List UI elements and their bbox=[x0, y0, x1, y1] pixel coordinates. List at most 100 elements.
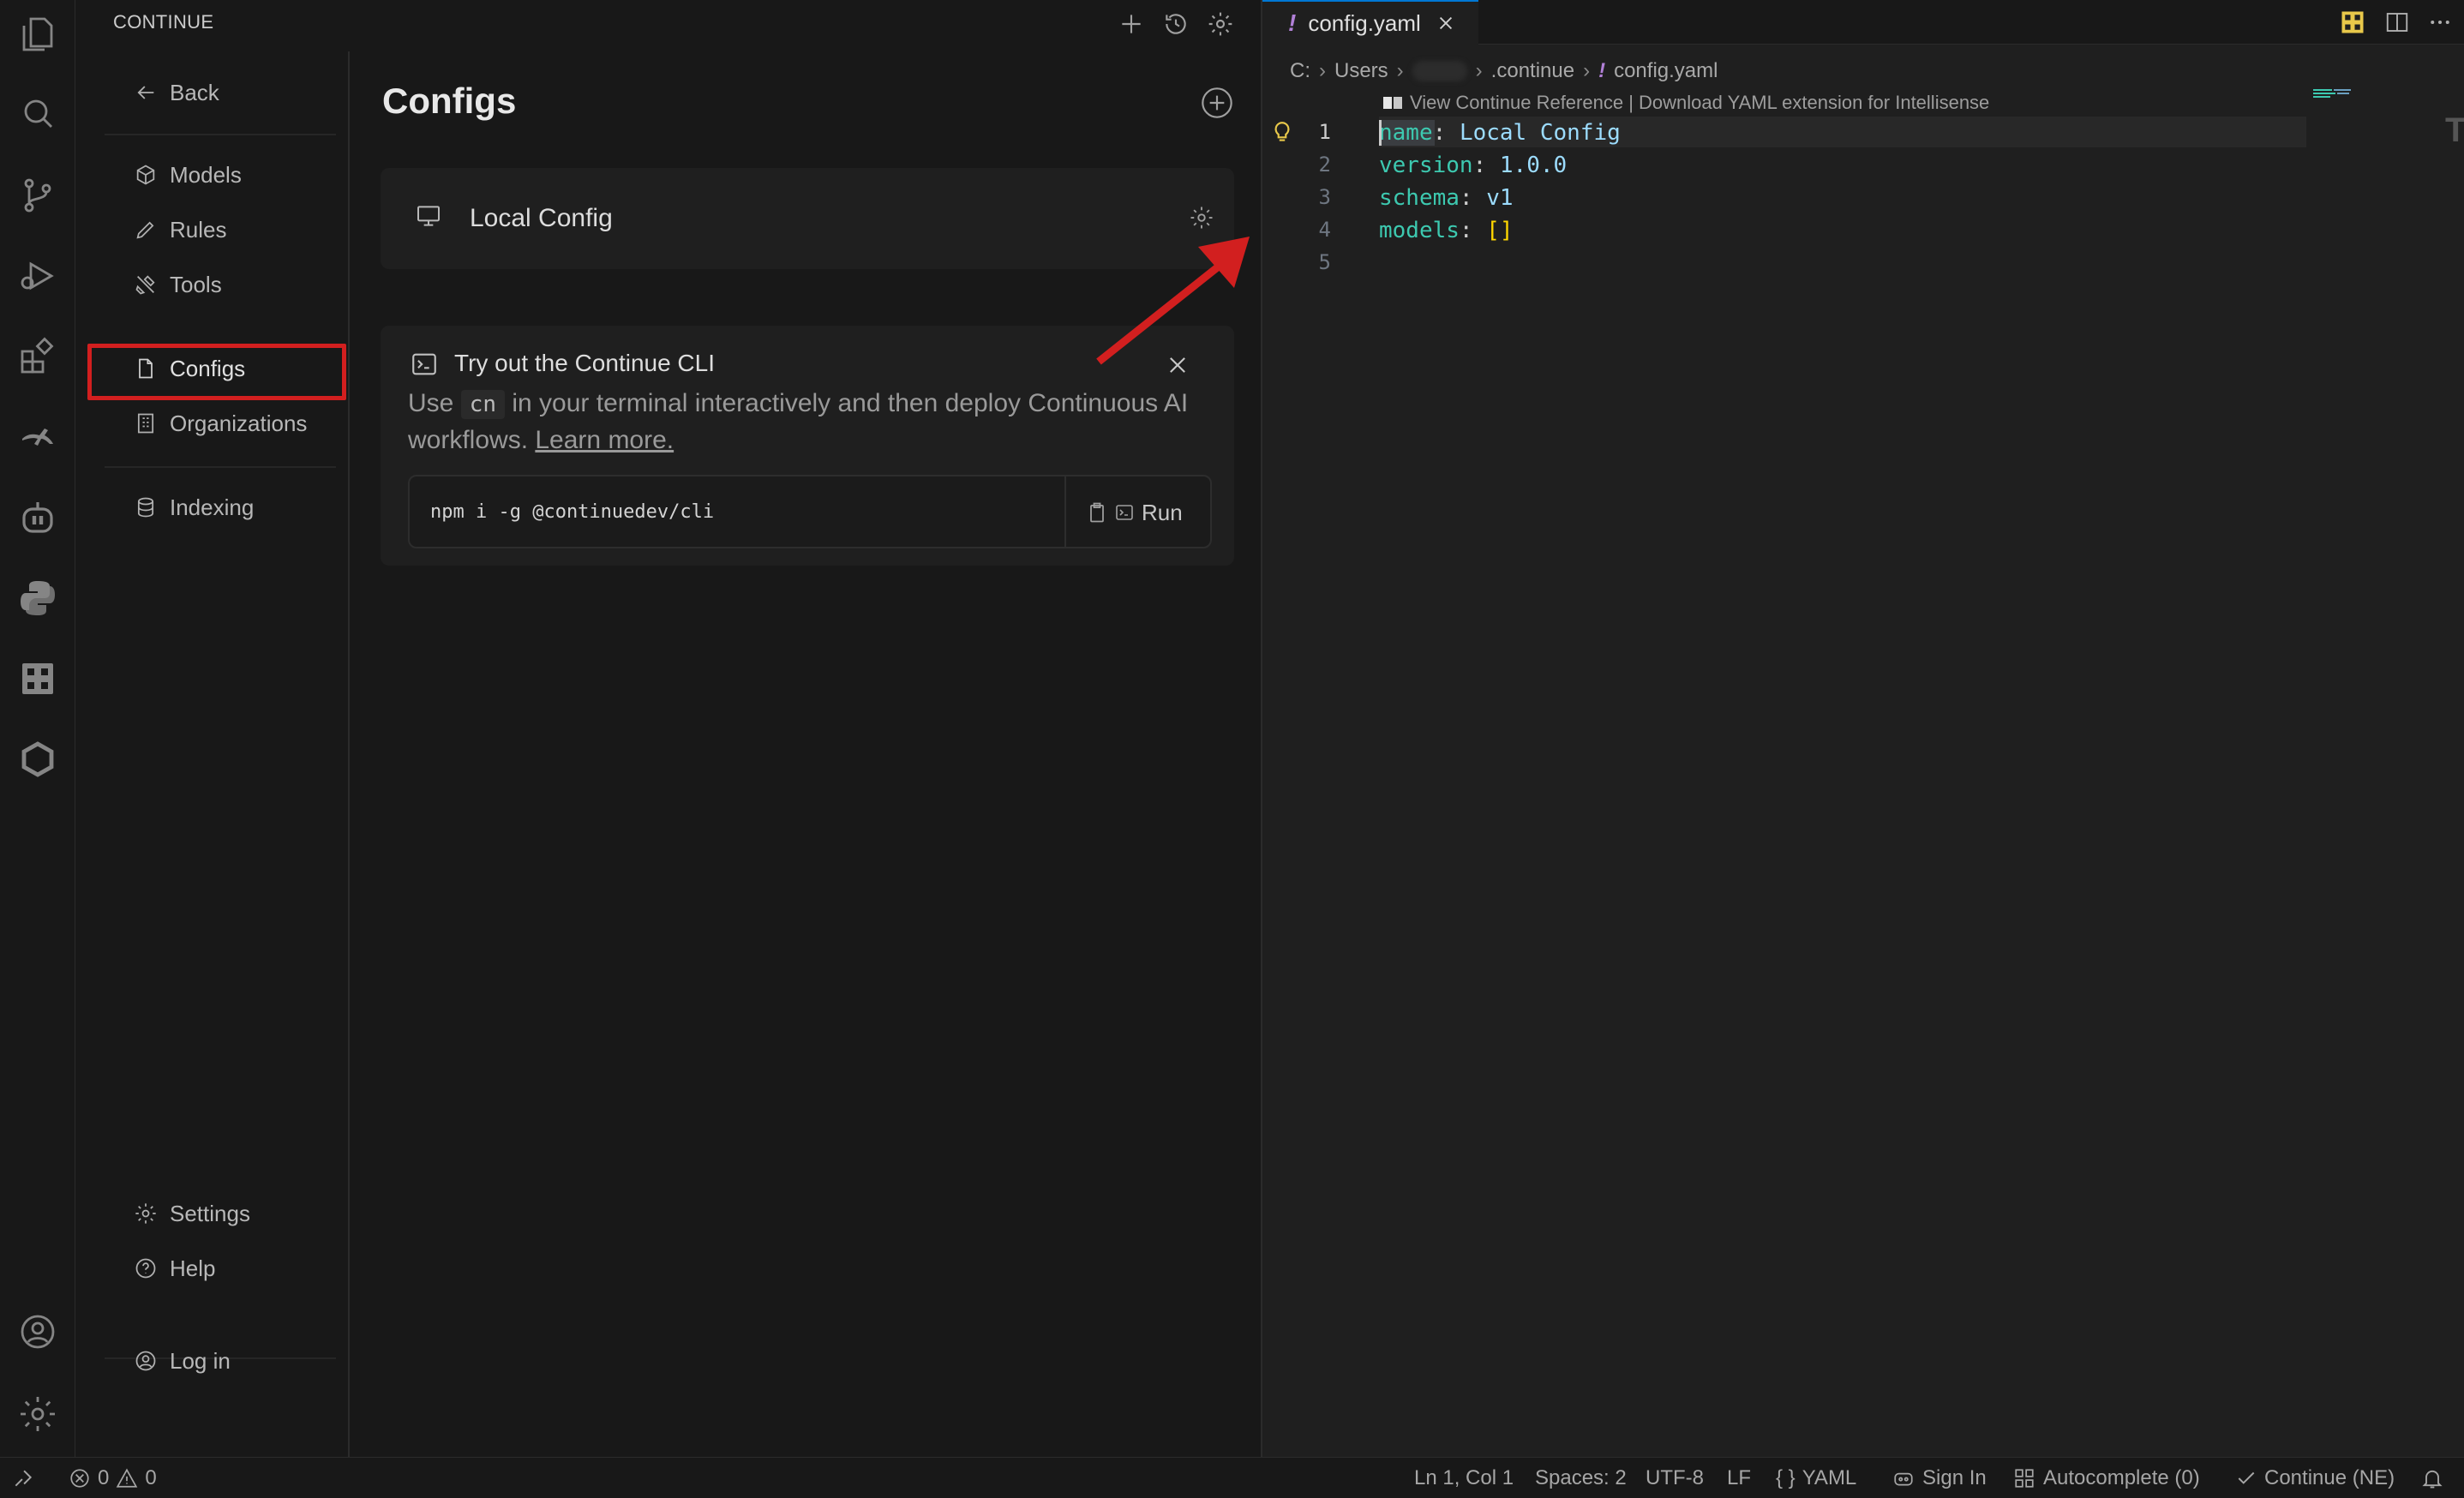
braces-icon: { } bbox=[1776, 1466, 1796, 1489]
more-actions-icon[interactable] bbox=[2423, 7, 2457, 38]
python-icon[interactable] bbox=[0, 564, 75, 632]
editor-tab-bar: ! config.yaml bbox=[1262, 0, 2464, 45]
notifications-bell[interactable] bbox=[2420, 1458, 2444, 1498]
cli-desc-prefix: Use bbox=[408, 389, 454, 417]
cli-description: Use cn in your terminal interactively an… bbox=[408, 386, 1214, 458]
qr-action-icon[interactable] bbox=[2335, 7, 2370, 38]
lightbulb-icon[interactable] bbox=[1271, 120, 1293, 146]
line-number: 5 bbox=[1318, 250, 1331, 274]
yaml-key: version bbox=[1379, 153, 1473, 178]
run-label: Run bbox=[1142, 499, 1183, 525]
new-session-icon[interactable] bbox=[1112, 5, 1150, 43]
kangaroo-extension-icon[interactable] bbox=[0, 403, 75, 471]
manage-gear-icon[interactable] bbox=[0, 1380, 75, 1448]
editor-area: ! config.yaml C: › Users › › .continue ›… bbox=[1262, 0, 2464, 1457]
configs-highlight-box bbox=[87, 344, 346, 400]
back-button[interactable]: Back bbox=[105, 67, 336, 118]
minimap[interactable] bbox=[2313, 86, 2365, 137]
breadcrumb-drive[interactable]: C: bbox=[1290, 59, 1310, 83]
run-button[interactable]: Run bbox=[1114, 495, 1183, 530]
chevron-right-icon: › bbox=[1583, 59, 1591, 82]
yaml-file-icon: ! bbox=[1288, 9, 1297, 36]
yaml-key: name bbox=[1379, 120, 1433, 146]
continue-robot-icon[interactable] bbox=[0, 483, 75, 552]
problems-indicator[interactable]: 0 0 bbox=[69, 1458, 157, 1498]
tab-label: config.yaml bbox=[1308, 9, 1421, 36]
hexagon-extension-icon[interactable] bbox=[0, 725, 75, 794]
cli-desc-code: cn bbox=[460, 390, 506, 419]
tab-config-yaml[interactable]: ! config.yaml bbox=[1262, 0, 1478, 45]
sidebar-header: CONTINUE bbox=[75, 0, 1261, 45]
warning-icon bbox=[117, 1468, 138, 1488]
chevron-right-icon: › bbox=[1396, 59, 1404, 82]
arrow-left-icon bbox=[137, 86, 154, 99]
error-icon bbox=[70, 1469, 89, 1488]
continue-status[interactable]: Continue (NE) bbox=[2235, 1458, 2395, 1498]
remote-indicator[interactable] bbox=[12, 1458, 34, 1498]
cli-command-box: npm i -g @continuedev/cli Run bbox=[408, 475, 1212, 548]
run-debug-icon[interactable] bbox=[0, 242, 75, 310]
source-control-icon[interactable] bbox=[0, 161, 75, 230]
accounts-icon[interactable] bbox=[0, 1297, 75, 1366]
search-icon[interactable] bbox=[0, 81, 75, 149]
line-number: 2 bbox=[1318, 153, 1331, 177]
nav-item-settings[interactable]: Settings bbox=[105, 1188, 336, 1239]
codelens[interactable]: View Continue Reference | Download YAML … bbox=[1382, 92, 1989, 114]
login-label: Log in bbox=[170, 1347, 231, 1374]
history-icon[interactable] bbox=[1157, 5, 1195, 43]
pencil-icon bbox=[136, 221, 154, 239]
yaml-key: models bbox=[1379, 218, 1460, 243]
yaml-key: schema bbox=[1379, 185, 1460, 211]
language-label: YAML bbox=[1802, 1466, 1857, 1489]
close-tab-icon[interactable] bbox=[1433, 10, 1459, 36]
check-icon bbox=[2238, 1471, 2255, 1484]
copy-button[interactable] bbox=[1085, 500, 1111, 526]
sidebar-settings-icon[interactable] bbox=[1202, 5, 1239, 43]
nav-item-rules[interactable]: Rules bbox=[105, 204, 336, 255]
autocomplete-status[interactable]: Autocomplete (0) bbox=[2012, 1458, 2200, 1498]
qr-extension-icon[interactable] bbox=[0, 644, 75, 713]
add-config-button[interactable] bbox=[1198, 84, 1236, 122]
nav-label-settings: Settings bbox=[170, 1200, 250, 1226]
cursor-position[interactable]: Ln 1, Col 1 bbox=[1414, 1458, 1514, 1498]
explorer-icon[interactable] bbox=[0, 0, 75, 69]
line-number: 3 bbox=[1318, 185, 1331, 209]
code-line: version: 1.0.0 bbox=[1379, 153, 1568, 178]
split-editor-icon[interactable] bbox=[2380, 7, 2414, 38]
text-cursor bbox=[1379, 120, 1382, 146]
nav-divider bbox=[105, 134, 336, 135]
sign-in-button[interactable]: Sign In bbox=[1891, 1458, 1987, 1498]
sign-in-label: Sign In bbox=[1922, 1466, 1987, 1489]
nav-label-indexing: Indexing bbox=[170, 494, 255, 520]
nav-item-tools[interactable]: Tools bbox=[105, 259, 336, 310]
nav-item-indexing[interactable]: Indexing bbox=[105, 482, 336, 533]
nav-item-organizations[interactable]: Organizations bbox=[105, 398, 336, 449]
status-bar: 0 0 Ln 1, Col 1 Spaces: 2 UTF-8 LF { } Y… bbox=[0, 1457, 2464, 1498]
breadcrumb-file[interactable]: config.yaml bbox=[1614, 59, 1718, 83]
line-number: 4 bbox=[1318, 218, 1331, 242]
nav-label-help: Help bbox=[170, 1255, 216, 1281]
line-ending[interactable]: LF bbox=[1727, 1458, 1751, 1498]
language-mode[interactable]: { } YAML bbox=[1776, 1458, 1856, 1498]
code-line: schema: v1 bbox=[1379, 185, 1514, 211]
encoding[interactable]: UTF-8 bbox=[1646, 1458, 1704, 1498]
cli-title: Try out the Continue CLI bbox=[454, 350, 716, 376]
indentation[interactable]: Spaces: 2 bbox=[1535, 1458, 1627, 1498]
nav-label-models: Models bbox=[170, 161, 242, 188]
breadcrumb-users[interactable]: Users bbox=[1334, 59, 1388, 83]
cli-desc-suffix: in your terminal interactively and then … bbox=[408, 389, 1189, 454]
login-button[interactable]: Log in bbox=[105, 1335, 336, 1387]
extensions-icon[interactable] bbox=[0, 322, 75, 391]
scrollbar[interactable]: T bbox=[2445, 111, 2464, 149]
continue-sidebar: CONTINUE Back Models Rules Tools Configs… bbox=[75, 0, 1262, 1457]
learn-more-link[interactable]: Learn more. bbox=[535, 426, 674, 454]
cli-command[interactable]: npm i -g @continuedev/cli bbox=[430, 501, 714, 523]
building-icon bbox=[137, 413, 154, 434]
breadcrumb: C: › Users › › .continue › ! config.yaml bbox=[1290, 57, 1718, 86]
book-icon bbox=[1383, 97, 1402, 109]
nav-item-help[interactable]: Help bbox=[105, 1243, 336, 1294]
yaml-value: Local Config bbox=[1459, 120, 1621, 146]
nav-item-models[interactable]: Models bbox=[105, 149, 336, 201]
breadcrumb-folder[interactable]: .continue bbox=[1491, 59, 1574, 83]
chevron-right-icon: › bbox=[1475, 59, 1483, 82]
